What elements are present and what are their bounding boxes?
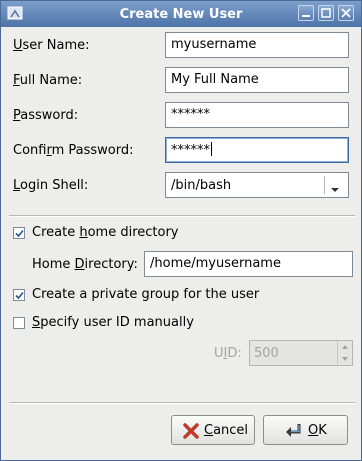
private-group-checkbox[interactable] (13, 289, 25, 301)
confirm-password-field[interactable]: ****** (165, 137, 349, 163)
full-name-label: Full Name: (13, 73, 83, 88)
cancel-button[interactable]: Cancel (171, 415, 255, 445)
specify-uid-checkbox[interactable] (13, 317, 25, 329)
cancel-label: Cancel (204, 423, 249, 438)
spin-up-icon[interactable] (338, 341, 352, 353)
confirm-password-value: ****** (171, 143, 210, 158)
private-group-label[interactable]: Create a private group for the user (32, 287, 259, 302)
create-user-dialog: Create New User User Name: myusername Fu… (0, 0, 362, 461)
home-directory-field[interactable]: /home/myusername (144, 251, 353, 277)
close-window-button[interactable] (338, 5, 354, 21)
chevron-down-icon[interactable] (330, 182, 340, 197)
uid-spin-buttons (337, 341, 352, 365)
combo-separator (324, 176, 325, 194)
create-home-label[interactable]: Create home directory (32, 225, 178, 240)
text-cursor (211, 142, 212, 156)
password-label: Password: (13, 108, 79, 123)
create-home-checkbox[interactable] (13, 227, 25, 239)
ok-label: OK (308, 423, 327, 438)
login-shell-label: Login Shell: (13, 178, 89, 193)
maximize-button[interactable] (318, 5, 334, 21)
section-divider (9, 215, 355, 217)
home-directory-label: Home Directory: (32, 257, 138, 272)
uid-spinbox[interactable]: 500 (249, 340, 353, 366)
cancel-icon (182, 422, 200, 444)
password-field[interactable]: ****** (165, 102, 349, 128)
spin-down-icon[interactable] (338, 353, 352, 365)
button-divider (9, 402, 355, 404)
ok-icon (284, 422, 304, 444)
uid-value: 500 (254, 346, 279, 361)
login-shell-value: /bin/bash (171, 178, 232, 193)
specify-uid-label[interactable]: Specify user ID manually (32, 315, 194, 330)
confirm-password-label: Confirm Password: (13, 143, 134, 158)
uid-label: UID: (214, 346, 242, 361)
minimize-button[interactable] (298, 5, 314, 21)
user-name-field[interactable]: myusername (165, 32, 349, 58)
full-name-field[interactable]: My Full Name (165, 67, 349, 93)
ok-button[interactable]: OK (263, 415, 348, 445)
user-name-label: User Name: (13, 38, 90, 53)
login-shell-combo[interactable]: /bin/bash (165, 172, 349, 198)
title-bar[interactable]: Create New User (1, 1, 361, 27)
